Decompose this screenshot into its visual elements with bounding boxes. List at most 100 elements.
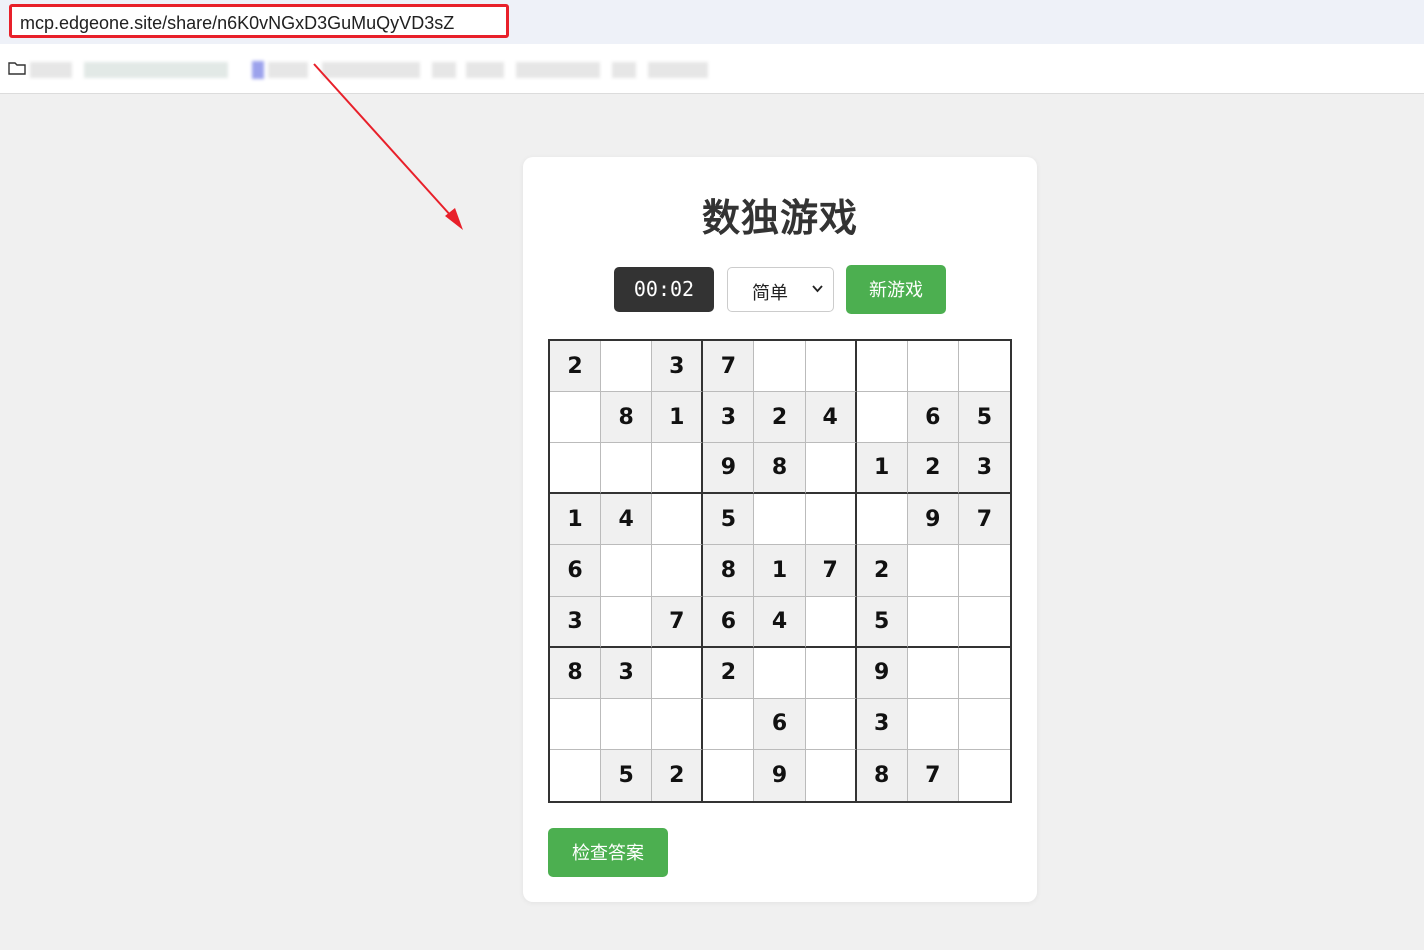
check-answer-button[interactable]: 检查答案 xyxy=(548,828,668,877)
sudoku-cell: 4 xyxy=(754,596,806,648)
sudoku-cell[interactable] xyxy=(601,443,653,495)
sudoku-cell[interactable] xyxy=(907,698,959,750)
sudoku-cell[interactable] xyxy=(907,596,959,648)
sudoku-cell: 4 xyxy=(805,392,857,444)
difficulty-selected-value: 简单 xyxy=(752,283,788,304)
sudoku-grid: 2378132465981231459768172376458329635298… xyxy=(548,339,1012,803)
sudoku-cell: 8 xyxy=(856,749,908,801)
sudoku-cell[interactable] xyxy=(703,698,755,750)
sudoku-cell: 8 xyxy=(703,545,755,597)
bookmark-item[interactable] xyxy=(432,62,456,78)
sudoku-cell: 3 xyxy=(856,698,908,750)
sudoku-cell: 2 xyxy=(856,545,908,597)
sudoku-cell: 8 xyxy=(754,443,806,495)
sudoku-cell: 1 xyxy=(550,494,602,546)
sudoku-cell: 2 xyxy=(652,749,704,801)
new-game-button[interactable]: 新游戏 xyxy=(846,265,946,314)
sudoku-cell[interactable] xyxy=(907,341,959,393)
sudoku-cell: 1 xyxy=(856,443,908,495)
sudoku-cell[interactable] xyxy=(703,749,755,801)
bookmark-item[interactable] xyxy=(30,62,72,78)
sudoku-cell[interactable] xyxy=(856,392,908,444)
bookmarks-bar xyxy=(0,44,1424,94)
sudoku-cell[interactable] xyxy=(601,596,653,648)
sudoku-cell[interactable] xyxy=(805,443,857,495)
sudoku-cell[interactable] xyxy=(550,749,602,801)
sudoku-cell[interactable] xyxy=(652,545,704,597)
sudoku-cell[interactable] xyxy=(601,698,653,750)
sudoku-cell[interactable] xyxy=(958,341,1010,393)
sudoku-cell: 5 xyxy=(856,596,908,648)
sudoku-cell: 8 xyxy=(601,392,653,444)
bookmark-favicon-icon xyxy=(252,61,264,79)
sudoku-cell[interactable] xyxy=(550,698,602,750)
bookmark-item[interactable] xyxy=(268,62,308,78)
sudoku-cell: 9 xyxy=(856,647,908,699)
address-bar[interactable]: mcp.edgeone.site/share/n6K0vNGxD3GuMuQyV… xyxy=(9,4,509,38)
sudoku-cell[interactable] xyxy=(958,648,1010,699)
sudoku-cell: 7 xyxy=(907,749,959,801)
sudoku-cell[interactable] xyxy=(652,647,704,699)
sudoku-cell[interactable] xyxy=(805,494,857,546)
sudoku-cell[interactable] xyxy=(856,494,908,546)
sudoku-cell[interactable] xyxy=(550,392,602,444)
sudoku-cell[interactable] xyxy=(754,341,806,393)
sudoku-cell: 5 xyxy=(601,749,653,801)
sudoku-cell[interactable] xyxy=(907,545,959,597)
bookmark-item[interactable] xyxy=(516,62,600,78)
sudoku-cell: 9 xyxy=(703,443,755,495)
sudoku-cell: 2 xyxy=(550,341,602,393)
sudoku-cell[interactable] xyxy=(754,494,806,546)
sudoku-cell: 1 xyxy=(754,545,806,597)
sudoku-cell[interactable] xyxy=(652,494,704,546)
bookmark-item[interactable] xyxy=(84,62,228,78)
bookmark-item[interactable] xyxy=(612,62,636,78)
sudoku-cell[interactable] xyxy=(856,341,908,393)
timer-display: 00:02 xyxy=(614,267,714,312)
bookmark-item[interactable] xyxy=(322,62,420,78)
sudoku-cell: 3 xyxy=(550,596,602,648)
sudoku-cell: 3 xyxy=(958,443,1010,495)
sudoku-cell: 1 xyxy=(652,392,704,444)
sudoku-cell: 7 xyxy=(703,341,755,393)
sudoku-cell[interactable] xyxy=(805,647,857,699)
sudoku-cell[interactable] xyxy=(907,647,959,699)
sudoku-card: 数独游戏 00:02 简单 新游戏 2378132465981231459768… xyxy=(523,157,1037,902)
sudoku-cell: 6 xyxy=(703,596,755,648)
sudoku-cell: 2 xyxy=(907,443,959,495)
sudoku-cell[interactable] xyxy=(959,750,1010,801)
sudoku-cell: 2 xyxy=(703,647,755,699)
url-text: mcp.edgeone.site/share/n6K0vNGxD3GuMuQyV… xyxy=(20,13,455,33)
sudoku-cell: 6 xyxy=(550,545,602,597)
sudoku-cell: 4 xyxy=(601,494,653,546)
sudoku-cell[interactable] xyxy=(652,698,704,750)
difficulty-select[interactable]: 简单 xyxy=(727,267,834,312)
sudoku-cell: 3 xyxy=(703,392,755,444)
sudoku-cell[interactable] xyxy=(805,341,857,393)
bookmark-item[interactable] xyxy=(466,62,504,78)
sudoku-cell: 2 xyxy=(754,392,806,444)
sudoku-cell[interactable] xyxy=(652,443,704,495)
sudoku-cell[interactable] xyxy=(805,698,857,750)
sudoku-cell: 7 xyxy=(652,596,704,648)
sudoku-cell[interactable] xyxy=(958,699,1010,750)
sudoku-cell: 6 xyxy=(754,698,806,750)
folder-icon[interactable] xyxy=(8,62,26,75)
sudoku-cell: 3 xyxy=(652,341,704,393)
sudoku-cell[interactable] xyxy=(958,545,1010,597)
sudoku-cell[interactable] xyxy=(806,749,857,801)
bookmark-item[interactable] xyxy=(648,62,708,78)
sudoku-cell: 8 xyxy=(550,647,602,699)
sudoku-cell: 9 xyxy=(754,749,806,801)
sudoku-cell[interactable] xyxy=(754,647,806,699)
browser-address-area: mcp.edgeone.site/share/n6K0vNGxD3GuMuQyV… xyxy=(0,0,1424,44)
sudoku-cell: 7 xyxy=(958,494,1010,546)
sudoku-cell[interactable] xyxy=(958,597,1010,648)
sudoku-cell[interactable] xyxy=(601,341,653,393)
sudoku-cell: 5 xyxy=(703,494,755,546)
sudoku-cell[interactable] xyxy=(550,443,602,495)
chevron-down-icon xyxy=(812,285,823,293)
sudoku-cell[interactable] xyxy=(601,545,653,597)
sudoku-cell[interactable] xyxy=(805,596,857,648)
sudoku-cell: 6 xyxy=(907,392,959,444)
